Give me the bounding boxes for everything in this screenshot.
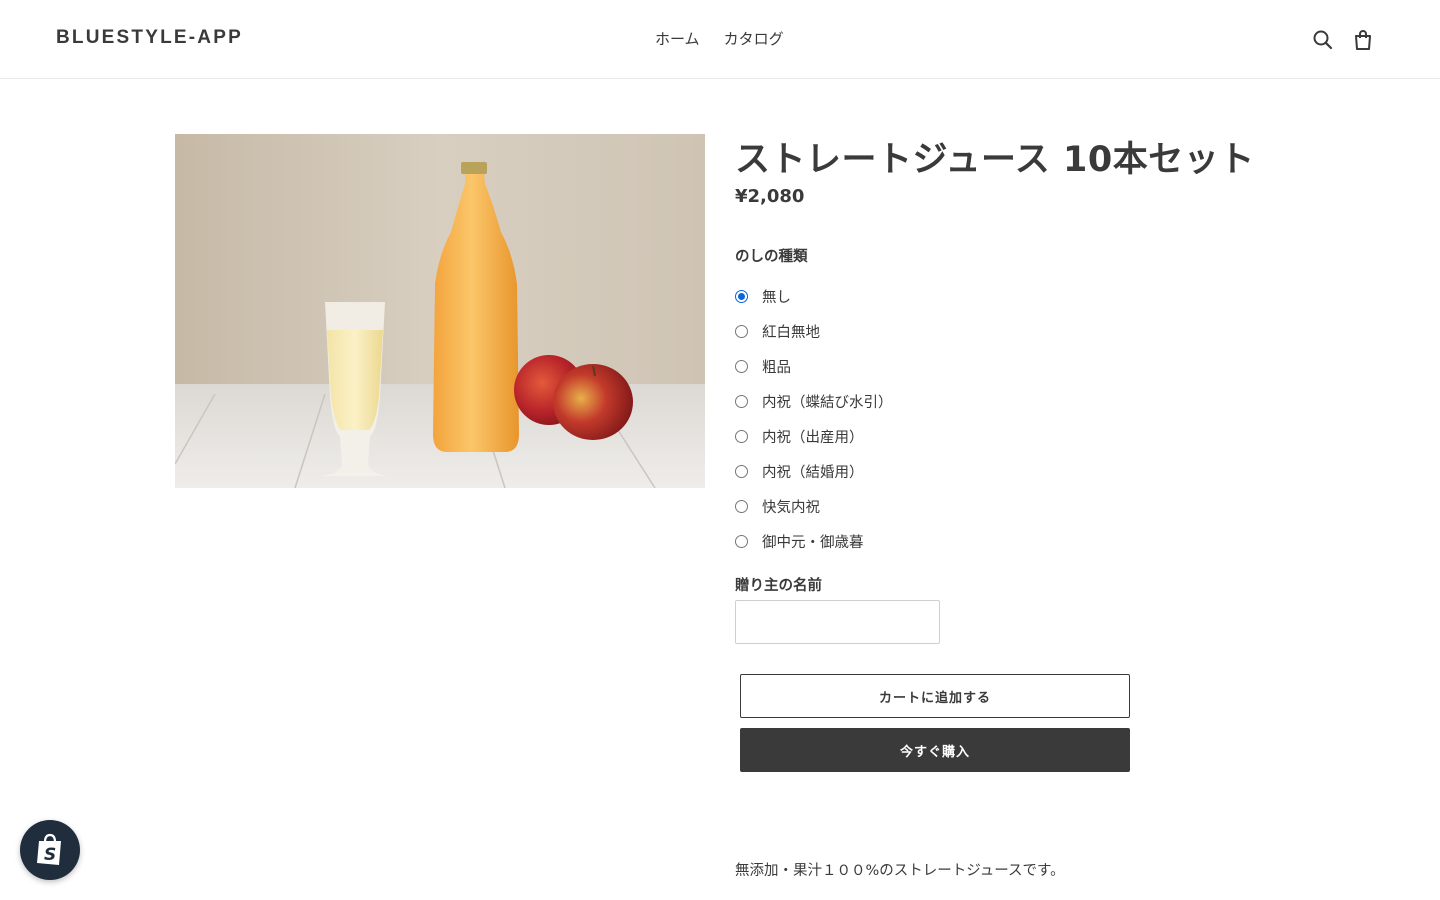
radio-button[interactable]	[735, 360, 748, 373]
option-label: 内祝（結婚用）	[762, 465, 864, 481]
option-label: 御中元・御歳暮	[762, 535, 864, 551]
radio-button[interactable]	[735, 500, 748, 513]
product-photo	[175, 134, 705, 488]
cart-icon	[1355, 30, 1371, 50]
radio-button[interactable]	[735, 430, 748, 443]
noshi-option-kaiki-uchiiwai[interactable]: 快気内祝	[735, 489, 893, 524]
sender-name-label: 贈り主の名前	[735, 578, 822, 594]
buy-now-button[interactable]: 今すぐ購入	[740, 728, 1130, 772]
noshi-option-soshina[interactable]: 粗品	[735, 349, 893, 384]
radio-button[interactable]	[735, 325, 748, 338]
radio-button[interactable]	[735, 290, 748, 303]
noshi-option-uchiiwai-birth[interactable]: 内祝（出産用）	[735, 419, 893, 454]
option-label: 無し	[762, 290, 791, 306]
radio-button[interactable]	[735, 465, 748, 478]
main-nav: ホーム カタログ	[655, 28, 784, 49]
noshi-option-uchiiwai-chomusubi[interactable]: 内祝（蝶結び水引）	[735, 384, 893, 419]
noshi-options: 無し 紅白無地 粗品 内祝（蝶結び水引） 内祝（出産用） 内祝（結婚用） 快気内…	[735, 279, 893, 559]
product-price: ¥2,080	[735, 186, 805, 207]
cart-button[interactable]	[1351, 28, 1375, 52]
shopify-badge[interactable]: S	[20, 820, 80, 880]
noshi-option-ochugen-oseibo[interactable]: 御中元・御歳暮	[735, 524, 893, 559]
shopify-bag-icon: S	[37, 833, 61, 865]
nav-link-catalog[interactable]: カタログ	[724, 28, 784, 49]
option-label: 快気内祝	[762, 500, 820, 516]
site-header: BLUESTYLE-APP ホーム カタログ	[0, 0, 1440, 79]
svg-text:S: S	[44, 845, 56, 865]
nav-link-home[interactable]: ホーム	[655, 28, 700, 49]
noshi-type-label: のしの種類	[735, 249, 808, 265]
noshi-option-kohaku-muji[interactable]: 紅白無地	[735, 314, 893, 349]
product-description: 無添加・果汁１００%のストレートジュースです。	[735, 863, 1065, 879]
noshi-option-uchiiwai-wedding[interactable]: 内祝（結婚用）	[735, 454, 893, 489]
store-logo[interactable]: BLUESTYLE-APP	[56, 27, 243, 49]
noshi-option-none[interactable]: 無し	[735, 279, 893, 314]
option-label: 紅白無地	[762, 325, 820, 341]
radio-button[interactable]	[735, 395, 748, 408]
search-icon	[1313, 30, 1333, 50]
search-button[interactable]	[1311, 28, 1335, 52]
product-image[interactable]	[175, 134, 705, 488]
product-title: ストレートジュース 10本セット	[735, 140, 1255, 180]
option-label: 内祝（蝶結び水引）	[762, 395, 893, 411]
option-label: 粗品	[762, 360, 791, 376]
option-label: 内祝（出産用）	[762, 430, 864, 446]
add-to-cart-button[interactable]: カートに追加する	[740, 674, 1130, 718]
sender-name-input[interactable]	[735, 600, 940, 644]
radio-button[interactable]	[735, 535, 748, 548]
